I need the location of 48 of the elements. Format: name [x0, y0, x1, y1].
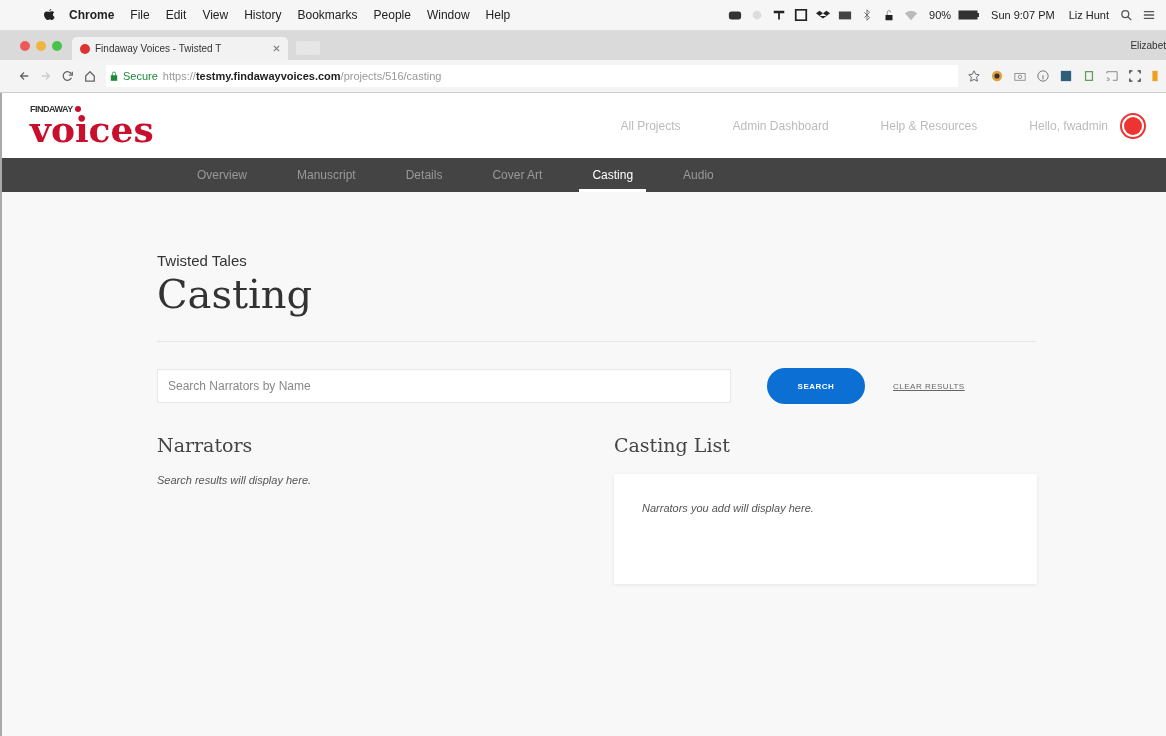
- menu-item[interactable]: Help: [485, 8, 511, 22]
- favicon-icon: [80, 43, 90, 54]
- nav-tab[interactable]: Casting: [579, 158, 647, 192]
- menu-item[interactable]: People: [373, 8, 411, 22]
- section-heading: Casting List: [614, 434, 731, 456]
- menu-item[interactable]: Edit: [165, 8, 187, 22]
- menu-item[interactable]: File: [130, 8, 150, 22]
- battery-percent: 90%: [929, 9, 952, 21]
- back-icon[interactable]: [18, 70, 30, 82]
- empty-message: Narrators you add will display here.: [642, 502, 815, 514]
- menu-item[interactable]: Chrome: [69, 8, 115, 22]
- profile-name[interactable]: Elizabet: [1130, 40, 1166, 60]
- empty-message: Search results will display here.: [157, 474, 313, 486]
- screenshot-icon[interactable]: [1129, 70, 1141, 82]
- search-button[interactable]: SEARCH: [767, 368, 865, 404]
- browser-tab[interactable]: Findaway Voices - Twisted T: [72, 37, 288, 60]
- close-icon[interactable]: [273, 45, 280, 52]
- menu-item[interactable]: History: [244, 8, 282, 22]
- record-icon[interactable]: [1120, 112, 1146, 139]
- search-field[interactable]: Search Narrators by Name: [157, 369, 731, 403]
- extension-icon[interactable]: [991, 70, 1003, 82]
- camera-icon[interactable]: [1014, 70, 1026, 82]
- dropbox-icon[interactable]: [816, 9, 830, 21]
- menu-item[interactable]: View: [202, 8, 229, 22]
- search-icon[interactable]: [1120, 9, 1134, 21]
- reload-icon[interactable]: [62, 70, 74, 82]
- menu-icon[interactable]: [1142, 9, 1156, 21]
- extension-icon[interactable]: [1060, 70, 1072, 82]
- star-icon[interactable]: [968, 70, 980, 82]
- address-bar[interactable]: Secure https://testmy.findawayvoices.com/projects/516/casting: [106, 65, 958, 87]
- nav-tab[interactable]: Overview: [184, 158, 260, 192]
- menu-clock[interactable]: Sun 9:07 PM: [991, 9, 1055, 21]
- section-heading: Narrators: [157, 434, 254, 456]
- cast-icon[interactable]: [1106, 70, 1118, 82]
- clear-results-link[interactable]: CLEAR RESULTS: [893, 381, 965, 391]
- nav-tab[interactable]: Cover Art: [479, 158, 556, 192]
- project-name: Twisted Tales: [157, 252, 248, 269]
- nav-tab[interactable]: Audio: [670, 158, 727, 192]
- page-title: Casting: [157, 271, 314, 317]
- apple-icon[interactable]: [44, 8, 55, 22]
- menu-item[interactable]: Window: [426, 8, 470, 22]
- close-window-button[interactable]: [20, 41, 30, 51]
- info-icon[interactable]: [1037, 70, 1049, 82]
- menu-item[interactable]: Bookmarks: [297, 8, 358, 22]
- battery-icon[interactable]: [958, 9, 981, 21]
- home-icon[interactable]: [84, 70, 96, 82]
- nav-tab[interactable]: Details: [392, 158, 456, 192]
- user-name[interactable]: Liz Hunt: [1068, 9, 1109, 21]
